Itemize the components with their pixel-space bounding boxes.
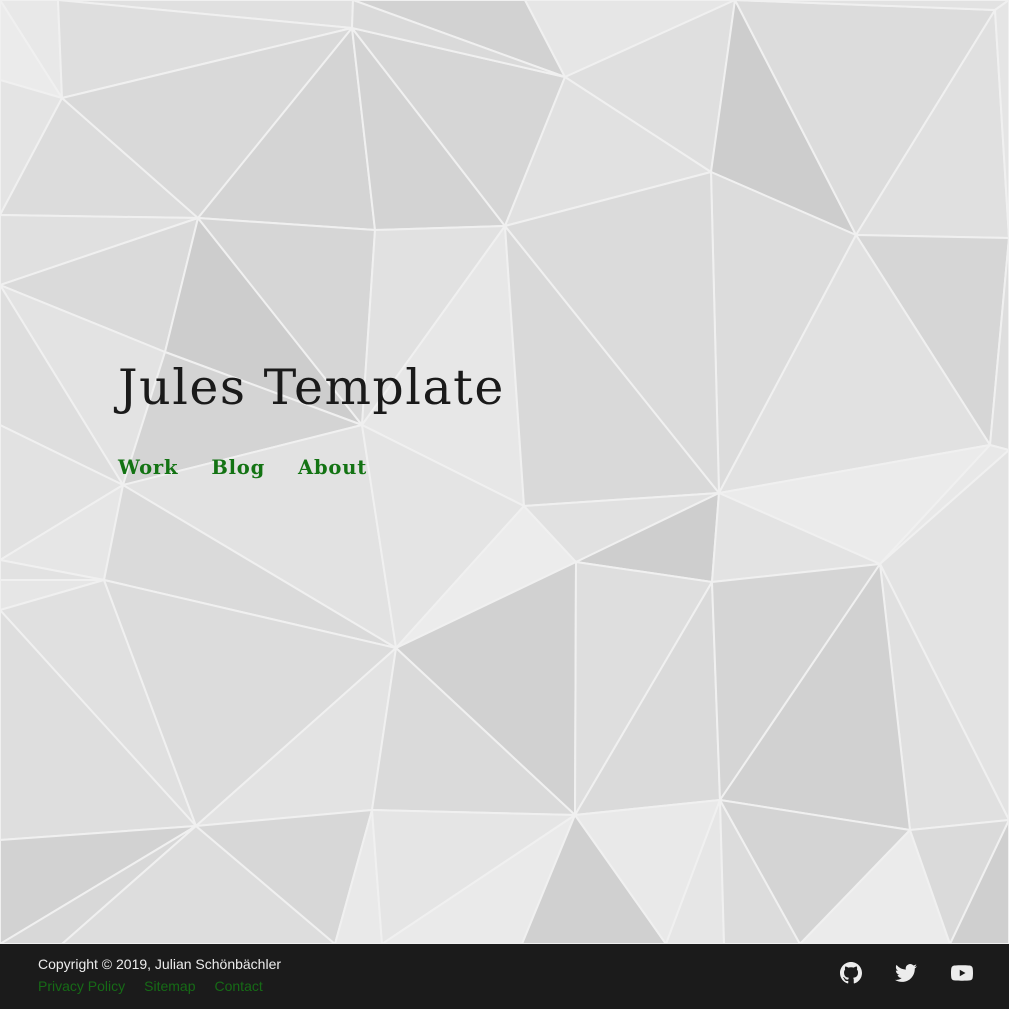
site-title: Jules Template — [118, 359, 505, 416]
copyright-text: Copyright © 2019, Julian Schönbächler — [38, 956, 282, 972]
social-links — [840, 962, 973, 984]
footer: Copyright © 2019, Julian Schönbächler Pr… — [0, 944, 1009, 1009]
nav-link-blog[interactable]: Blog — [211, 454, 265, 482]
page: Jules Template Work Blog About Copyright… — [0, 0, 1009, 1009]
nav-link-about[interactable]: About — [298, 454, 367, 482]
footer-link-contact[interactable]: Contact — [215, 978, 263, 994]
github-icon[interactable] — [840, 962, 862, 984]
youtube-icon[interactable] — [950, 962, 973, 984]
footer-link-privacy-policy[interactable]: Privacy Policy — [38, 978, 125, 994]
main-nav: Work Blog About — [118, 454, 367, 482]
hero: Jules Template — [118, 358, 505, 418]
footer-links: Privacy Policy Sitemap Contact — [38, 978, 263, 994]
twitter-icon[interactable] — [895, 962, 917, 984]
nav-link-work[interactable]: Work — [118, 454, 178, 482]
footer-link-sitemap[interactable]: Sitemap — [144, 978, 195, 994]
